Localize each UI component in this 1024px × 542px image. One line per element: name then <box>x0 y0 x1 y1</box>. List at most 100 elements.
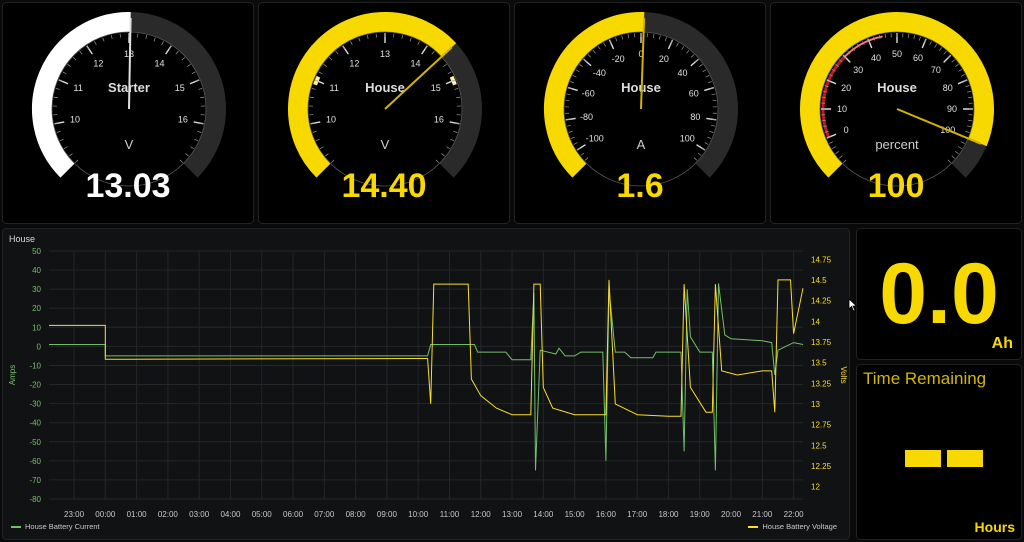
x-tick-label: 15:00 <box>565 510 586 519</box>
gauge-panel-house-soc[interactable]: 0102030405060708090100Housepercent 100 <box>770 2 1022 224</box>
gauge-tick-label: 100 <box>680 134 695 144</box>
stat-unit: Ah <box>991 335 1013 352</box>
gauge-tick-label: -80 <box>580 112 593 122</box>
gauge-value: 13.03 <box>85 167 171 205</box>
y2-axis-label: Volts <box>839 366 848 383</box>
x-tick-label: 23:00 <box>64 510 85 519</box>
gauge-tick-label: 20 <box>659 54 669 64</box>
x-tick-label: 18:00 <box>658 510 679 519</box>
gauge-unit: percent <box>875 137 919 152</box>
x-tick-label: 10:00 <box>408 510 429 519</box>
gauge-tick-label: 40 <box>678 68 688 78</box>
gauge-tick-label: -60 <box>582 89 595 99</box>
x-tick-label: 00:00 <box>95 510 116 519</box>
gauge-tick-label: 60 <box>913 53 923 63</box>
gauge-tick-label: 90 <box>947 104 957 114</box>
gauge-unit: V <box>381 137 390 152</box>
gauge-tick-label: 10 <box>326 115 336 125</box>
legend-swatch-current <box>11 525 21 528</box>
y-tick-label: -70 <box>29 476 41 485</box>
time-remaining-title: Time Remaining <box>863 369 987 388</box>
gauge-tick-label: -100 <box>586 134 604 144</box>
y-tick-label: 20 <box>32 304 41 313</box>
y-tick-label: -60 <box>29 457 41 466</box>
y2-tick-label: 13.75 <box>811 338 832 347</box>
y2-tick-label: 14.25 <box>811 297 832 306</box>
gauge-panel-starter-voltage[interactable]: 10111213141516StarterV 13.03 <box>2 2 254 224</box>
stat-value: 0.0 <box>879 246 999 342</box>
x-tick-label: 07:00 <box>314 510 335 519</box>
gauge-tick-label: -20 <box>612 54 625 64</box>
x-tick-label: 04:00 <box>220 510 241 519</box>
x-tick-label: 08:00 <box>346 510 367 519</box>
gauge-tick-label: 10 <box>837 104 847 114</box>
y-tick-label: 40 <box>32 266 41 275</box>
x-tick-label: 17:00 <box>627 510 648 519</box>
gauge-tick-label: 80 <box>943 83 953 93</box>
gauge-value: 1.6 <box>616 167 664 205</box>
gauge-title: House <box>877 80 917 95</box>
gauge-tick-label: 12 <box>349 58 359 68</box>
y2-tick-label: 12.25 <box>811 462 832 471</box>
dash-bar <box>905 450 941 467</box>
gauge-tick-label: 13 <box>380 49 390 59</box>
y-tick-label: -80 <box>29 495 41 504</box>
x-tick-label: 03:00 <box>189 510 210 519</box>
y-tick-label: 50 <box>32 247 41 256</box>
x-tick-label: 14:00 <box>533 510 554 519</box>
gauge-tick-label: 16 <box>178 115 188 125</box>
y2-tick-label: 12.5 <box>811 441 827 450</box>
legend-current[interactable]: House Battery Current <box>11 522 100 531</box>
x-tick-label: 13:00 <box>502 510 523 519</box>
y-tick-label: 30 <box>32 285 41 294</box>
gauge-panel-house-voltage[interactable]: 10 11 12 13 14 15 16 House V 14.40 <box>258 2 510 224</box>
gauge-tick-label: 80 <box>690 112 700 122</box>
gauge-tick-label: 12 <box>93 58 103 68</box>
legend-swatch-voltage <box>748 525 759 528</box>
gauge-tick-label: 15 <box>175 83 185 93</box>
x-tick-label: 02:00 <box>158 510 179 519</box>
gauge-panel-house-current[interactable]: -100-80-60-40-20020406080100HouseA 1.6 <box>514 2 766 224</box>
y-tick-label: 10 <box>32 323 41 332</box>
y2-tick-label: 13 <box>811 400 820 409</box>
gauge-unit: V <box>125 137 134 152</box>
dashboard: 10111213141516StarterV 13.03 10111213141… <box>0 0 1024 542</box>
x-tick-label: 22:00 <box>784 510 805 519</box>
y2-tick-label: 14.75 <box>811 255 832 264</box>
x-tick-label: 16:00 <box>596 510 617 519</box>
gauge-tick-label: 0 <box>844 125 849 135</box>
y-tick-label: -50 <box>29 438 41 447</box>
gauge-tick-label: 50 <box>892 49 902 59</box>
y-tick-label: 0 <box>37 342 42 351</box>
house-timeseries-panel[interactable]: House 50 40 30 20 10 0 -10 -20 -30 -40 -50 -60 -70 -8… <box>2 228 850 540</box>
gauge-tick-label: 14 <box>411 58 421 68</box>
x-tick-label: 06:00 <box>283 510 304 519</box>
time-remaining-unit: Hours <box>974 519 1015 535</box>
y-tick-label: -20 <box>29 381 41 390</box>
x-tick-label: 09:00 <box>377 510 398 519</box>
y2-tick-label: 13.5 <box>811 359 827 368</box>
y2-tick-label: 14.5 <box>811 276 827 285</box>
gauge-tick-label: 60 <box>689 89 699 99</box>
gauge-title: House <box>365 80 405 95</box>
gauge-unit: A <box>637 137 646 152</box>
x-tick-label: 11:00 <box>440 510 460 519</box>
x-tick-label: 20:00 <box>721 510 742 519</box>
gauge-value: 100 <box>867 167 925 205</box>
gauge-value: 14.40 <box>341 167 427 205</box>
x-tick-label: 01:00 <box>127 510 148 519</box>
x-tick-label: 12:00 <box>471 510 492 519</box>
y-tick-label: -30 <box>29 400 41 409</box>
x-tick-label: 05:00 <box>252 510 273 519</box>
gauge-tick-label: -40 <box>593 68 606 78</box>
gauge-tick-label: 14 <box>155 58 165 68</box>
y-axis-label: Amps <box>8 365 17 385</box>
series-line-voltage <box>49 279 804 417</box>
legend-voltage[interactable]: House Battery Voltage <box>748 522 837 531</box>
legend-label-voltage: House Battery Voltage <box>762 522 837 531</box>
y-tick-label: -40 <box>29 419 41 428</box>
y-tick-label: -10 <box>29 361 41 370</box>
stat-panel-time-remaining[interactable]: Time Remaining Hours <box>856 364 1022 540</box>
stat-panel-ah[interactable]: 0.0 Ah <box>856 228 1022 360</box>
chart-svg[interactable]: 50 40 30 20 10 0 -10 -20 -30 -40 -50 -60 -70 -80 14.75… <box>3 229 850 540</box>
